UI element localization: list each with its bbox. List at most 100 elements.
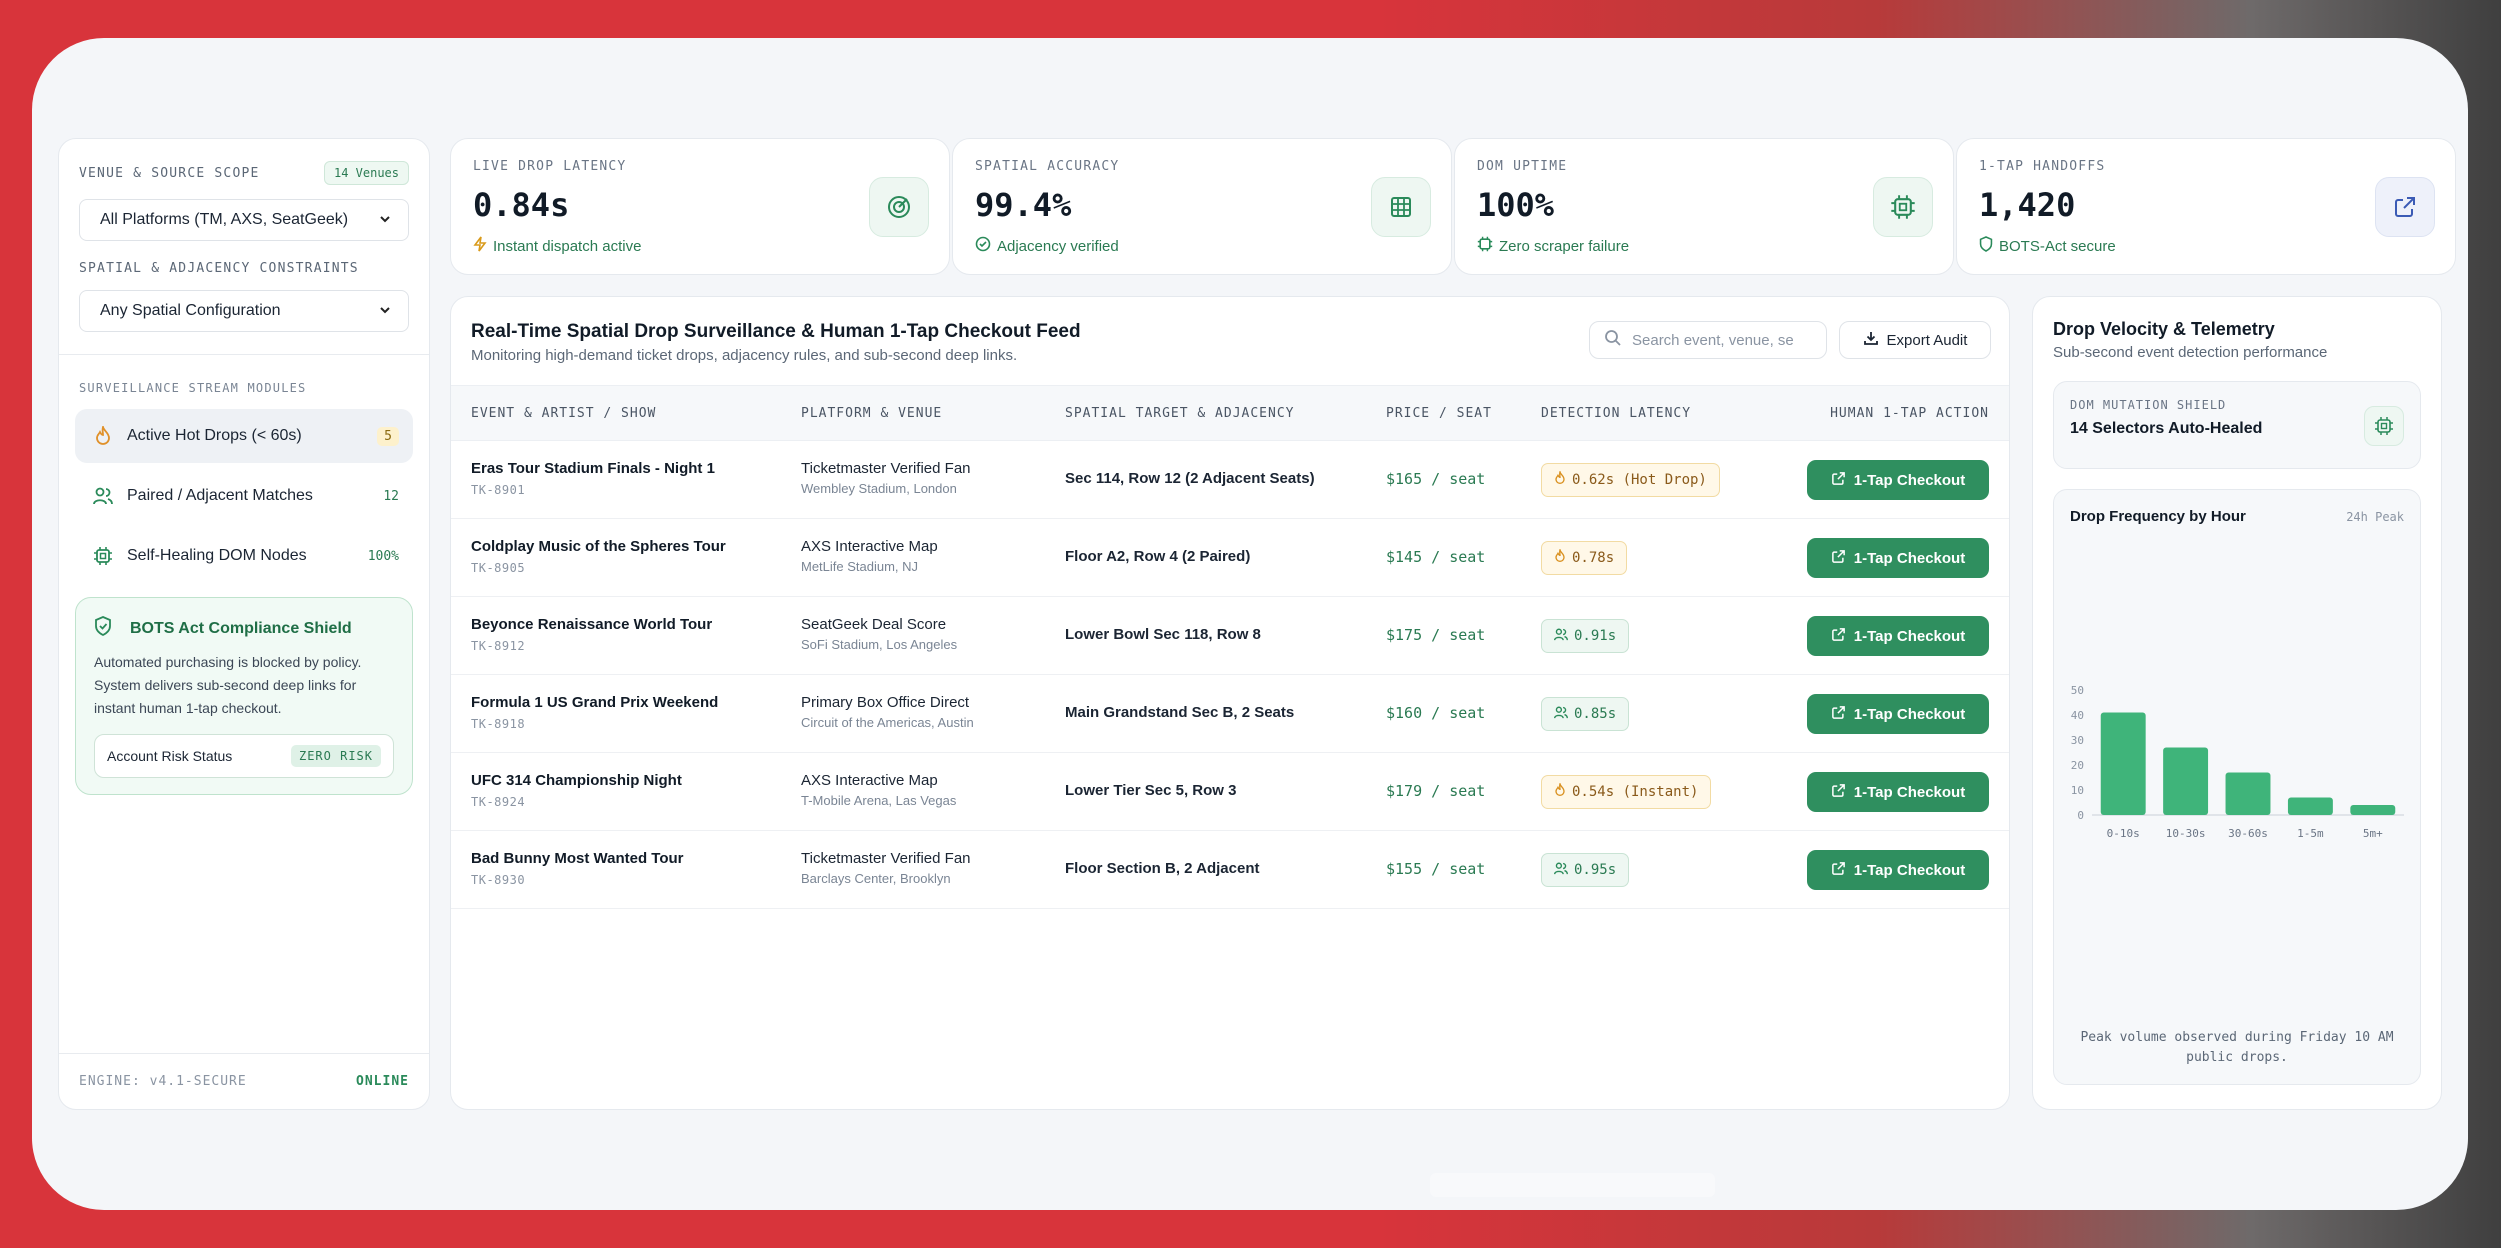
latency-badge: 0.78s — [1541, 541, 1628, 575]
kpi-value: 1,420 — [1979, 186, 2076, 224]
home-indicator — [1430, 1173, 1715, 1197]
external-link-icon — [1831, 471, 1854, 490]
price-per-seat: $179 / seat — [1386, 782, 1486, 800]
module-hot-drops[interactable]: Active Hot Drops (< 60s) 5 — [75, 409, 413, 463]
event-cell: Formula 1 US Grand Prix Weekend TK-8918 — [471, 694, 718, 731]
chart-note: Peak volume observed during Friday 10 AM… — [2080, 1030, 2394, 1065]
kpi-value: 0.84s — [473, 186, 570, 224]
cpu-icon — [2364, 406, 2404, 446]
latency-value: 0.91s — [1574, 628, 1617, 644]
chart-bar — [2225, 772, 2271, 815]
spatial-select[interactable]: Any Spatial Configuration — [79, 290, 409, 332]
module-count: 5 — [377, 426, 399, 446]
bolt-icon — [473, 236, 493, 256]
kpi-value: 99.4% — [975, 186, 1072, 224]
constraints-label: SPATIAL & ADJACENCY CONSTRAINTS — [79, 261, 359, 276]
venue-count-badge: 14 Venues — [323, 161, 409, 185]
kpi-label: DOM UPTIME — [1477, 159, 1568, 174]
price-per-seat: $155 / seat — [1386, 860, 1486, 878]
table-row: Bad Bunny Most Wanted Tour TK-8930 Ticketm… — [451, 831, 2009, 909]
compliance-shield-box: BOTS Act Compliance Shield Automated pur… — [75, 597, 413, 795]
one-tap-checkout-button[interactable]: 1-Tap Checkout — [1807, 850, 1989, 890]
spatial-target: Lower Bowl Sec 118, Row 8 — [1065, 626, 1261, 643]
event-id: TK-8905 — [471, 561, 526, 575]
event-name: Bad Bunny Most Wanted Tour — [471, 850, 684, 867]
platform-select-value: All Platforms (TM, AXS, SeatGeek) — [100, 211, 349, 228]
x-tick-label: 5m+ — [2363, 827, 2383, 840]
checkout-label: 1-Tap Checkout — [1853, 861, 1966, 879]
platform-select[interactable]: All Platforms (TM, AXS, SeatGeek) — [79, 199, 409, 241]
cpu-icon — [91, 546, 115, 566]
app-window: VENUE & SOURCE SCOPE 14 Venues All Platf… — [32, 38, 2468, 1210]
platform-name: AXS Interactive Map — [801, 772, 938, 789]
price-per-seat: $175 / seat — [1386, 626, 1486, 644]
platform-cell: Ticketmaster Verified Fan Barclays Center… — [801, 850, 971, 886]
external-link-icon — [1831, 705, 1854, 724]
external-link-icon — [1831, 861, 1854, 880]
spatial-target: Floor A2, Row 4 (2 Paired) — [1065, 548, 1251, 565]
one-tap-checkout-button[interactable]: 1-Tap Checkout — [1807, 460, 1989, 500]
scope-label: VENUE & SOURCE SCOPE — [79, 165, 260, 181]
one-tap-checkout-button[interactable]: 1-Tap Checkout — [1807, 772, 1989, 812]
venue-name: Barclays Center, Brooklyn — [801, 871, 951, 886]
module-paired-matches[interactable]: Paired / Adjacent Matches 12 — [75, 469, 413, 523]
latency-badge: 0.95s — [1541, 853, 1630, 887]
dom-shield-box: DOM MUTATION SHIELD 14 Selectors Auto-He… — [2053, 381, 2421, 469]
latency-value: 0.85s — [1574, 706, 1617, 722]
event-id: TK-8924 — [471, 795, 526, 809]
flame-icon — [1554, 469, 1572, 489]
module-label: Self-Healing DOM Nodes — [127, 547, 307, 564]
export-audit-button[interactable]: Export Audit — [1839, 321, 1991, 359]
table-row: Formula 1 US Grand Prix Weekend TK-8918 Pr… — [451, 675, 2009, 753]
event-name: Coldplay Music of the Spheres Tour — [471, 538, 726, 555]
event-id: TK-8918 — [471, 717, 526, 731]
platform-cell: SeatGeek Deal Score SoFi Stadium, Los Ang… — [801, 616, 957, 652]
one-tap-checkout-button[interactable]: 1-Tap Checkout — [1807, 538, 1989, 578]
kpi-card-accuracy: SPATIAL ACCURACY 99.4% Adjacency verifie… — [952, 138, 1452, 275]
dom-value: 14 Selectors Auto-Healed — [2070, 420, 2263, 437]
chevron-down-icon — [378, 303, 392, 320]
kpi-card-handoffs: 1-TAP HANDOFFS 1,420 BOTS-Act secure — [1956, 138, 2456, 275]
module-self-healing[interactable]: Self-Healing DOM Nodes 100% — [75, 529, 413, 583]
event-name: Formula 1 US Grand Prix Weekend — [471, 694, 719, 711]
module-count: 100% — [367, 548, 399, 564]
column-header: SPATIAL TARGET & ADJACENCY — [1065, 406, 1295, 421]
event-id: TK-8930 — [471, 873, 526, 887]
feed-subtitle: Monitoring high-demand ticket drops, adj… — [471, 347, 1018, 364]
kpi-card-latency: LIVE DROP LATENCY 0.84s Instant dispatch… — [450, 138, 950, 275]
checkout-label: 1-Tap Checkout — [1853, 471, 1966, 489]
one-tap-checkout-button[interactable]: 1-Tap Checkout — [1807, 694, 1989, 734]
platform-name: Primary Box Office Direct — [801, 694, 970, 711]
module-count: 12 — [383, 488, 399, 504]
platform-cell: AXS Interactive Map T-Mobile Arena, Las V… — [801, 772, 956, 808]
kpi-sub: Zero scraper failure — [1499, 237, 1630, 255]
kpi-label: LIVE DROP LATENCY — [473, 159, 627, 174]
latency-badge: 0.62s (Hot Drop) — [1541, 463, 1720, 497]
event-cell: Coldplay Music of the Spheres Tour TK-890… — [471, 538, 726, 575]
spatial-target: Floor Section B, 2 Adjacent — [1065, 860, 1260, 877]
dom-label: DOM MUTATION SHIELD — [2070, 398, 2227, 412]
column-header: HUMAN 1-TAP ACTION — [1830, 406, 1989, 421]
x-tick-label: 10-30s — [2166, 827, 2206, 840]
modules-label: SURVEILLANCE STREAM MODULES — [79, 381, 307, 395]
event-cell: Beyonce Renaissance World Tour TK-8912 — [471, 616, 712, 653]
chart-bar — [2100, 712, 2146, 815]
latency-value: 0.78s — [1572, 550, 1615, 566]
risk-status: Account Risk Status ZERO RISK — [94, 734, 394, 778]
engine-status: ONLINE — [356, 1074, 409, 1089]
chart-bar — [2163, 747, 2209, 815]
flame-icon — [1554, 547, 1572, 567]
search-input[interactable]: Search event, venue, se — [1589, 321, 1827, 359]
kpi-sub: Instant dispatch active — [493, 237, 642, 255]
one-tap-checkout-button[interactable]: 1-Tap Checkout — [1807, 616, 1989, 656]
event-cell: Bad Bunny Most Wanted Tour TK-8930 — [471, 850, 683, 887]
shield-title: BOTS Act Compliance Shield — [130, 619, 352, 637]
platform-cell: AXS Interactive Map MetLife Stadium, NJ — [801, 538, 938, 574]
kpi-card-uptime: DOM UPTIME 100% Zero scraper failure — [1454, 138, 1954, 275]
latency-value: 0.95s — [1574, 862, 1617, 878]
table-row: Coldplay Music of the Spheres Tour TK-890… — [451, 519, 2009, 597]
event-cell: UFC 314 Championship Night TK-8924 — [471, 772, 682, 809]
cpu-icon — [1873, 177, 1933, 237]
chart-bar — [2287, 797, 2333, 815]
spatial-select-value: Any Spatial Configuration — [100, 302, 281, 319]
